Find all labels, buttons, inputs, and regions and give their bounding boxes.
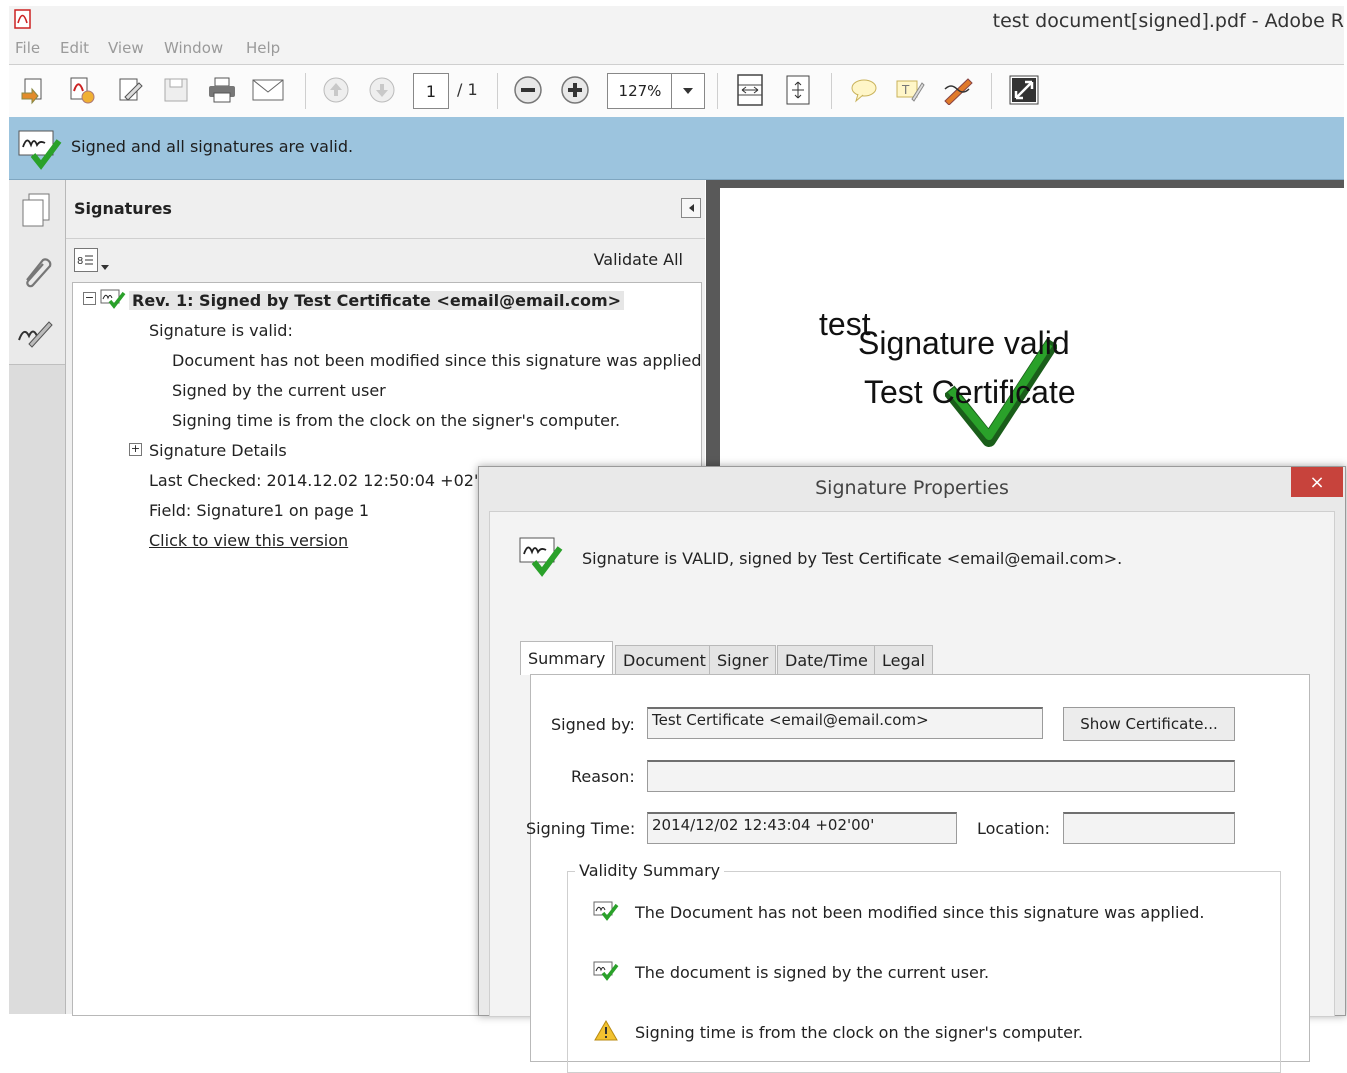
expand-toggle-icon[interactable]: +	[129, 443, 142, 456]
signature-valid-icon	[100, 287, 126, 313]
reason-field[interactable]	[647, 760, 1235, 792]
edit-icon[interactable]	[113, 73, 147, 107]
summary-tab-content: Signed by: Test Certificate <email@email…	[526, 674, 1310, 1073]
create-icon[interactable]	[17, 73, 51, 107]
toolbar-separator	[497, 73, 498, 109]
window-title: test document[signed].pdf - Adobe R	[992, 10, 1344, 32]
menu-file[interactable]: File	[15, 39, 40, 57]
validity-detail: Document has not been modified since thi…	[172, 351, 702, 370]
show-certificate-button[interactable]: Show Certificate...	[1063, 707, 1235, 741]
signatures-panel-icon[interactable]	[15, 318, 53, 352]
dialog-header-message: Signature is VALID, signed by Test Certi…	[582, 549, 1123, 568]
signing-time-field[interactable]: 2014/12/02 12:43:04 +02'00'	[647, 812, 957, 844]
svg-text:8: 8	[77, 256, 83, 267]
zoom-in-icon[interactable]	[558, 73, 592, 107]
signature-field: Field: Signature1 on page 1	[149, 501, 370, 520]
sign-icon[interactable]	[941, 73, 975, 107]
signature-status: Signature is valid:	[149, 321, 293, 340]
zoom-level-input[interactable]: 127%	[607, 73, 673, 109]
signature-details-node[interactable]: Signature Details	[149, 441, 287, 460]
convert-icon[interactable]	[64, 73, 98, 107]
toolbar: 1 / 1 127% T	[9, 65, 1344, 118]
signature-valid-icon	[518, 534, 566, 584]
signature-valid-icon	[593, 959, 619, 985]
validity-summary-title: Validity Summary	[575, 861, 725, 880]
validity-detail: Signed by the current user	[172, 381, 386, 400]
toolbar-separator	[717, 73, 718, 109]
next-page-icon[interactable]	[365, 73, 399, 107]
menu-help[interactable]: Help	[246, 39, 280, 57]
stamp-line-2: Test Certificate	[864, 374, 1076, 410]
svg-text:T: T	[901, 83, 910, 97]
options-dropdown-arrow-icon[interactable]	[101, 256, 109, 275]
tab-summary[interactable]: Summary	[520, 641, 614, 675]
validate-all-button[interactable]: Validate All	[594, 250, 683, 269]
toolbar-separator	[991, 73, 992, 109]
location-field[interactable]	[1063, 812, 1235, 844]
signature-properties-dialog: Signature Properties × Signature is VALI…	[478, 466, 1346, 1073]
prev-page-icon[interactable]	[319, 73, 353, 107]
fit-width-icon[interactable]	[781, 73, 815, 107]
fullscreen-icon[interactable]	[1007, 73, 1041, 107]
signatures-panel-header: Signatures	[66, 180, 705, 239]
panel-title: Signatures	[74, 199, 172, 218]
warning-icon	[594, 1019, 618, 1045]
dialog-title-bar: Signature Properties ×	[479, 467, 1345, 509]
last-checked: Last Checked: 2014.12.02 12:50:04 +02'00…	[149, 471, 504, 490]
signing-time-label: Signing Time:	[526, 819, 636, 838]
validity-item: Signing time is from the clock on the si…	[635, 1023, 1084, 1042]
chevron-left-icon	[689, 204, 694, 212]
validity-item: The Document has not been modified since…	[635, 903, 1205, 922]
attachments-icon[interactable]	[17, 252, 53, 292]
save-icon[interactable]	[159, 73, 193, 107]
collapse-toggle-icon[interactable]: −	[83, 292, 96, 305]
revision-entry[interactable]: Rev. 1: Signed by Test Certificate <emai…	[129, 291, 625, 310]
menu-edit[interactable]: Edit	[60, 39, 89, 57]
menu-bar: File Edit View Window Help	[9, 36, 1344, 65]
menu-view[interactable]: View	[108, 39, 144, 57]
banner-message: Signed and all signatures are valid.	[71, 137, 354, 156]
page-thumbnails-icon[interactable]	[19, 192, 53, 232]
email-icon[interactable]	[251, 73, 285, 107]
location-label: Location:	[977, 819, 1051, 838]
signature-valid-icon	[17, 127, 63, 175]
print-icon[interactable]	[205, 73, 239, 107]
dialog-body: Signature is VALID, signed by Test Certi…	[489, 511, 1335, 1073]
signature-banner: Signed and all signatures are valid.	[9, 117, 1344, 180]
zoom-dropdown-button[interactable]	[671, 73, 705, 109]
page-number-input[interactable]: 1	[413, 73, 449, 109]
chevron-down-icon	[683, 88, 693, 94]
page-total: / 1	[457, 80, 478, 99]
menu-window[interactable]: Window	[164, 39, 223, 57]
toolbar-separator	[305, 73, 306, 109]
signature-valid-icon	[593, 899, 619, 925]
comment-icon[interactable]	[847, 73, 881, 107]
fit-page-icon[interactable]	[733, 73, 767, 107]
validity-detail: Signing time is from the clock on the si…	[172, 411, 621, 430]
signed-by-field[interactable]: Test Certificate <email@email.com>	[647, 707, 1043, 739]
toolbar-separator	[831, 73, 832, 109]
zoom-out-icon[interactable]	[511, 73, 545, 107]
stamp-line-1: Signature valid	[858, 325, 1070, 361]
signatures-subbar: 8 Validate All	[66, 239, 705, 281]
adobe-reader-icon	[13, 8, 33, 30]
collapse-panel-button[interactable]	[681, 198, 701, 218]
tab-signer[interactable]: Signer	[709, 645, 777, 675]
view-version-link[interactable]: Click to view this version	[149, 531, 348, 550]
reason-label: Reason:	[571, 767, 635, 786]
tab-date-time[interactable]: Date/Time	[777, 645, 876, 675]
highlight-icon[interactable]: T	[893, 73, 927, 107]
signed-by-label: Signed by:	[551, 715, 635, 734]
title-bar: test document[signed].pdf - Adobe R	[9, 6, 1344, 36]
tab-legal[interactable]: Legal	[874, 645, 933, 675]
options-menu-icon[interactable]: 8	[74, 248, 98, 272]
dialog-title: Signature Properties	[815, 477, 1009, 499]
tab-document[interactable]: Document	[615, 645, 714, 675]
validity-item: The document is signed by the current us…	[635, 963, 990, 982]
close-button[interactable]: ×	[1291, 467, 1343, 497]
navigation-rail	[9, 180, 66, 1014]
